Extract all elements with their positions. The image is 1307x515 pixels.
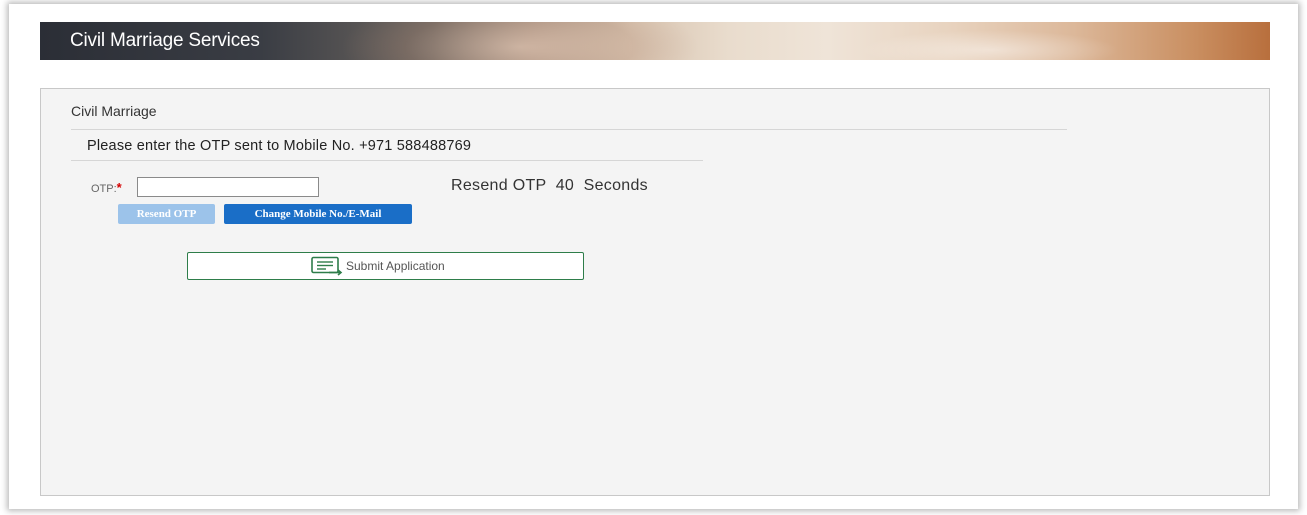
- resend-timer-label: Resend OTP: [451, 177, 547, 194]
- section-title: Civil Marriage: [71, 103, 157, 119]
- resend-timer-seconds: 40: [555, 177, 575, 194]
- resend-timer: Resend OTP 40 Seconds: [451, 177, 648, 195]
- document-send-icon: [310, 256, 344, 276]
- required-marker: *: [116, 180, 122, 195]
- page-title: Civil Marriage Services: [70, 30, 260, 51]
- otp-input[interactable]: [137, 177, 319, 197]
- banner-decoration-light: [860, 30, 1120, 60]
- otp-label-text: OTP:: [91, 183, 117, 195]
- resend-otp-button[interactable]: Resend OTP: [118, 204, 215, 224]
- banner-decoration: [340, 22, 700, 60]
- submit-application-button[interactable]: Submit Application: [187, 252, 584, 280]
- otp-instruction: Please enter the OTP sent to Mobile No. …: [87, 138, 472, 154]
- otp-label: OTP:*: [91, 180, 122, 195]
- submit-button-label: Submit Application: [346, 259, 445, 273]
- instruction-divider: [71, 160, 703, 161]
- change-mobile-email-button[interactable]: Change Mobile No./E-Mail: [224, 204, 412, 224]
- form-panel: Civil Marriage Please enter the OTP sent…: [40, 88, 1270, 496]
- header-banner: Civil Marriage Services: [40, 22, 1270, 60]
- submit-button-content: Submit Application: [310, 256, 445, 276]
- resend-timer-unit: Seconds: [583, 177, 648, 194]
- section-divider: [71, 129, 1067, 130]
